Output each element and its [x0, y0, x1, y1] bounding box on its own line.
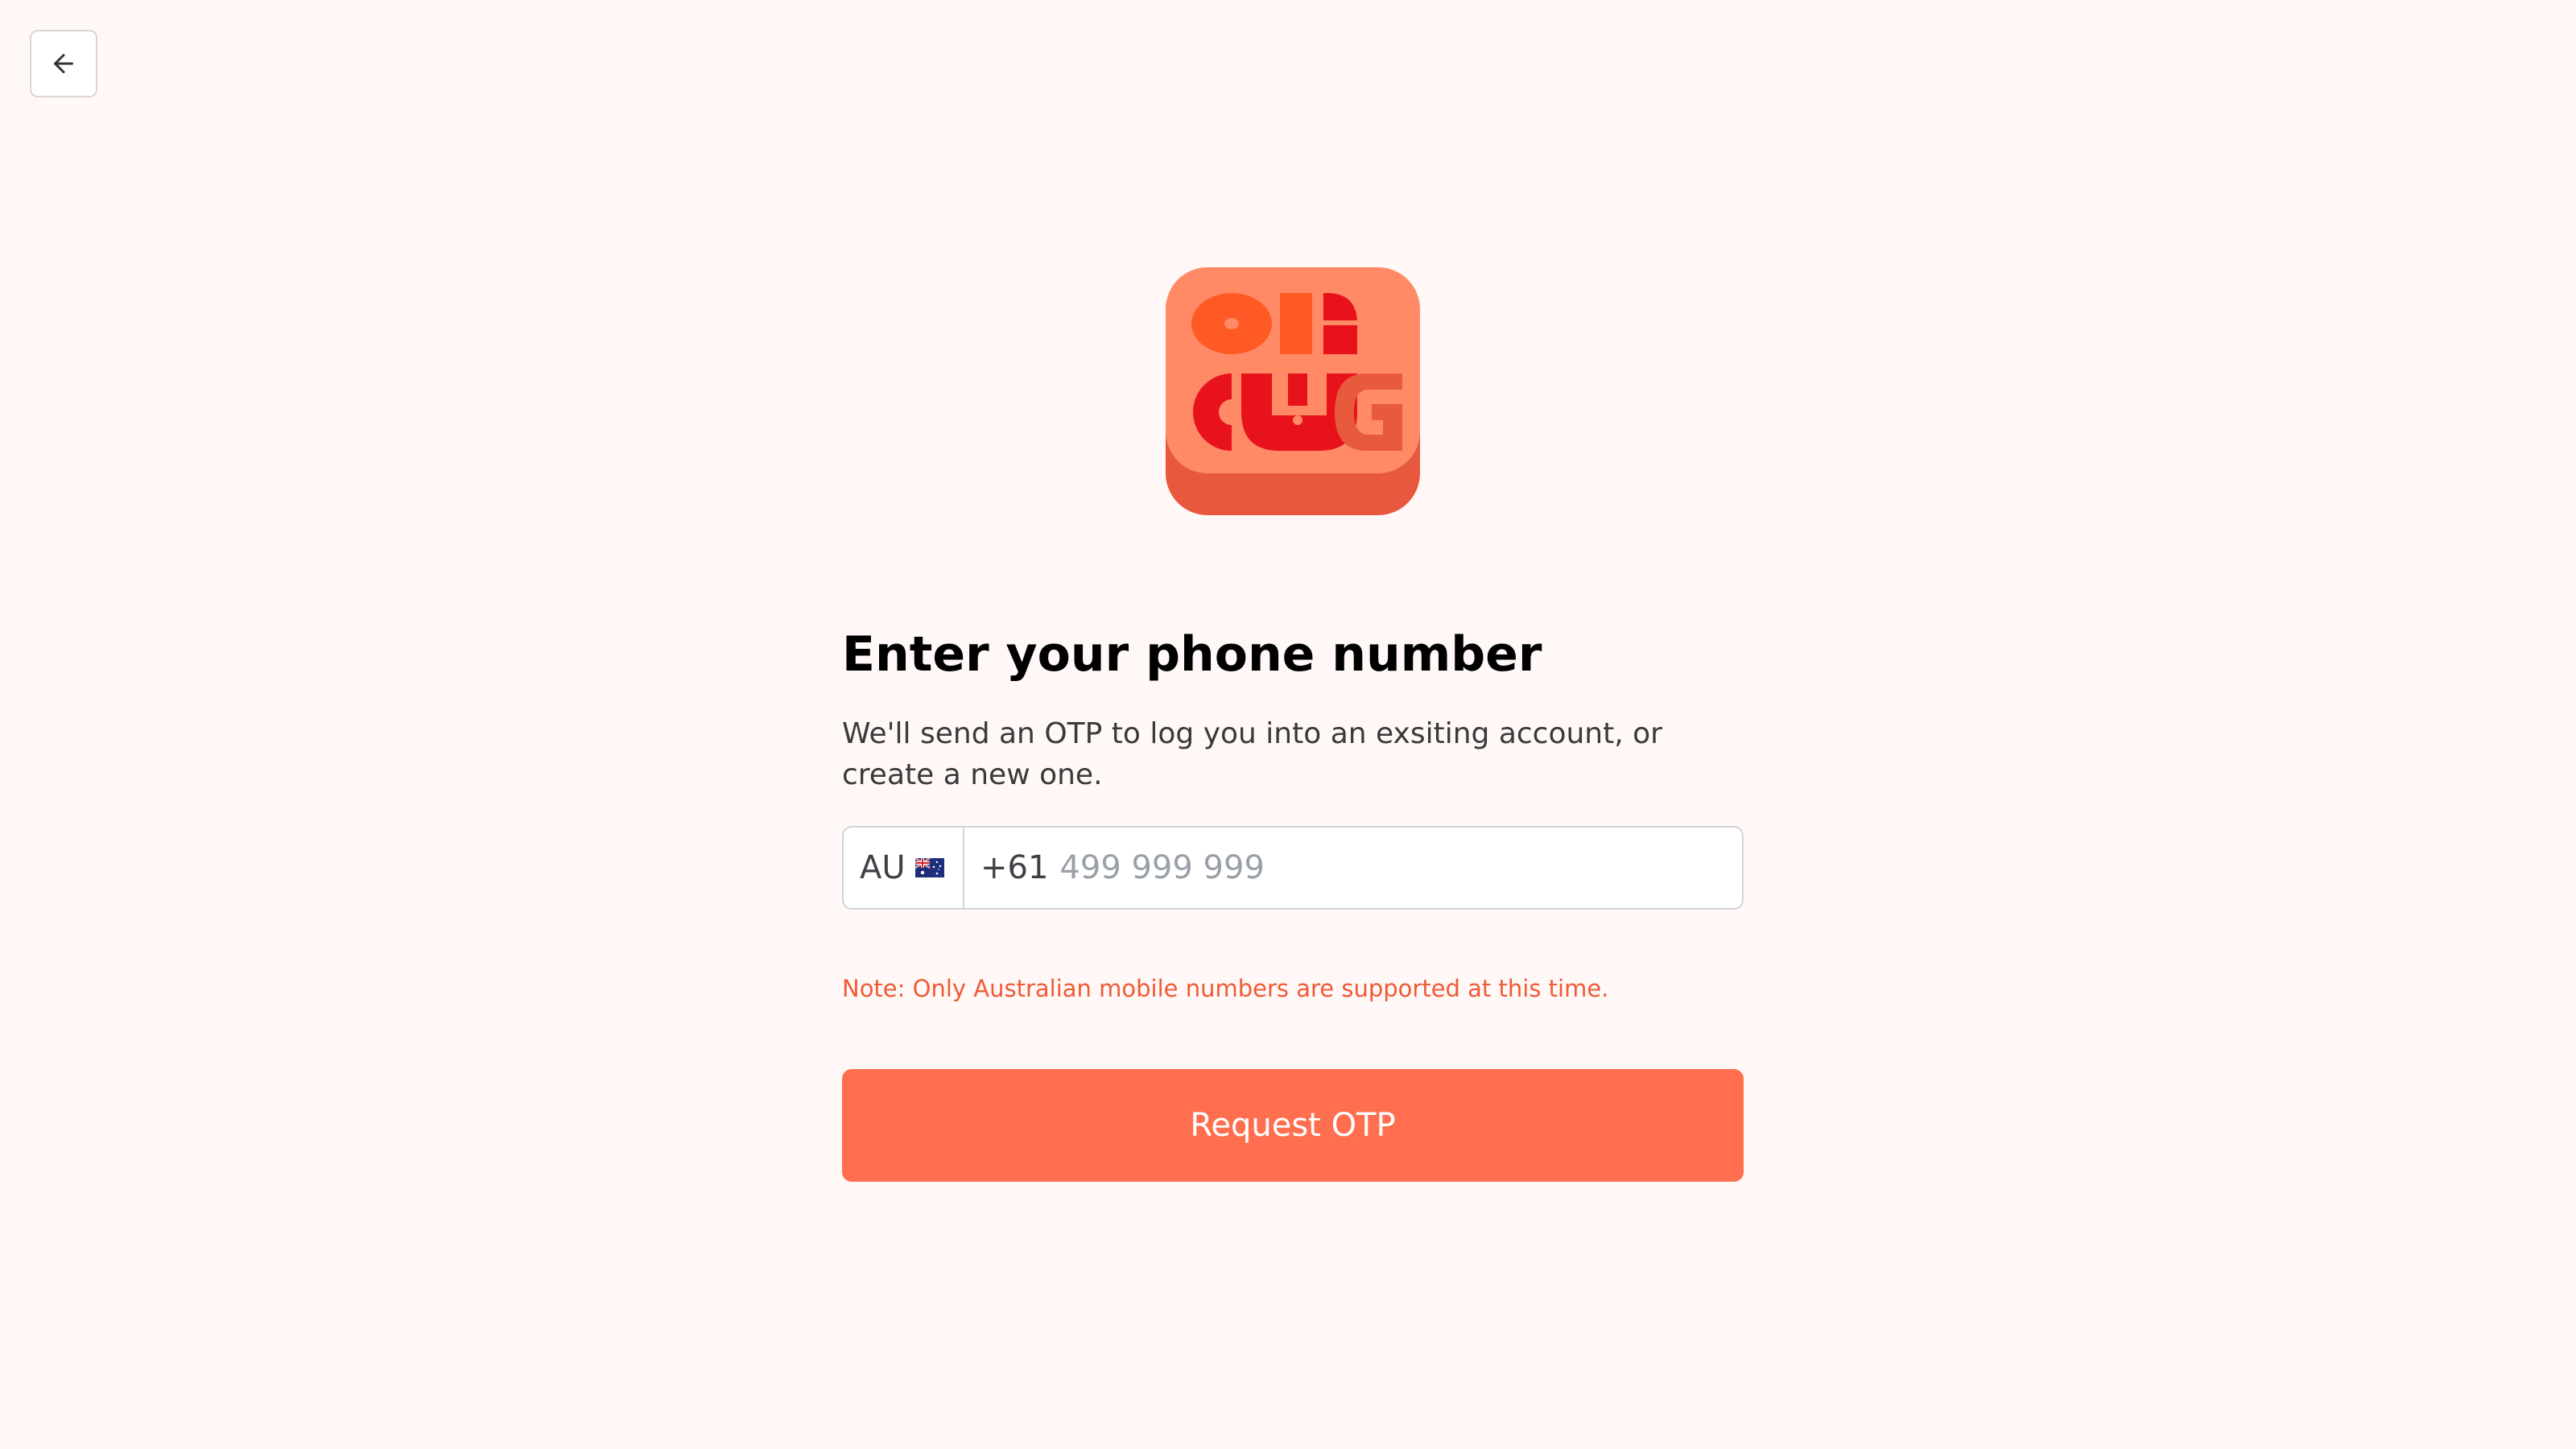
page-subtitle: We'll send an OTP to log you into an exs… [842, 717, 1662, 791]
country-code: AU [860, 849, 906, 886]
app-logo-icon [1166, 267, 1420, 515]
country-select[interactable]: AU [844, 828, 964, 908]
support-note: Note: Only Australian mobile numbers are… [842, 975, 1609, 1002]
page-title: Enter your phone number [842, 626, 1542, 683]
arrow-left-icon [54, 54, 73, 73]
phone-input[interactable] [1058, 831, 1742, 905]
login-form: Enter your phone number We'll send an OT… [842, 620, 1744, 1182]
back-button[interactable] [30, 30, 97, 97]
australia-flag-icon [914, 858, 944, 877]
request-otp-button[interactable]: Request OTP [842, 1069, 1744, 1182]
dial-code: +61 [980, 849, 1049, 886]
phone-field: AU +61 [842, 826, 1744, 910]
app-logo [1166, 267, 1420, 515]
